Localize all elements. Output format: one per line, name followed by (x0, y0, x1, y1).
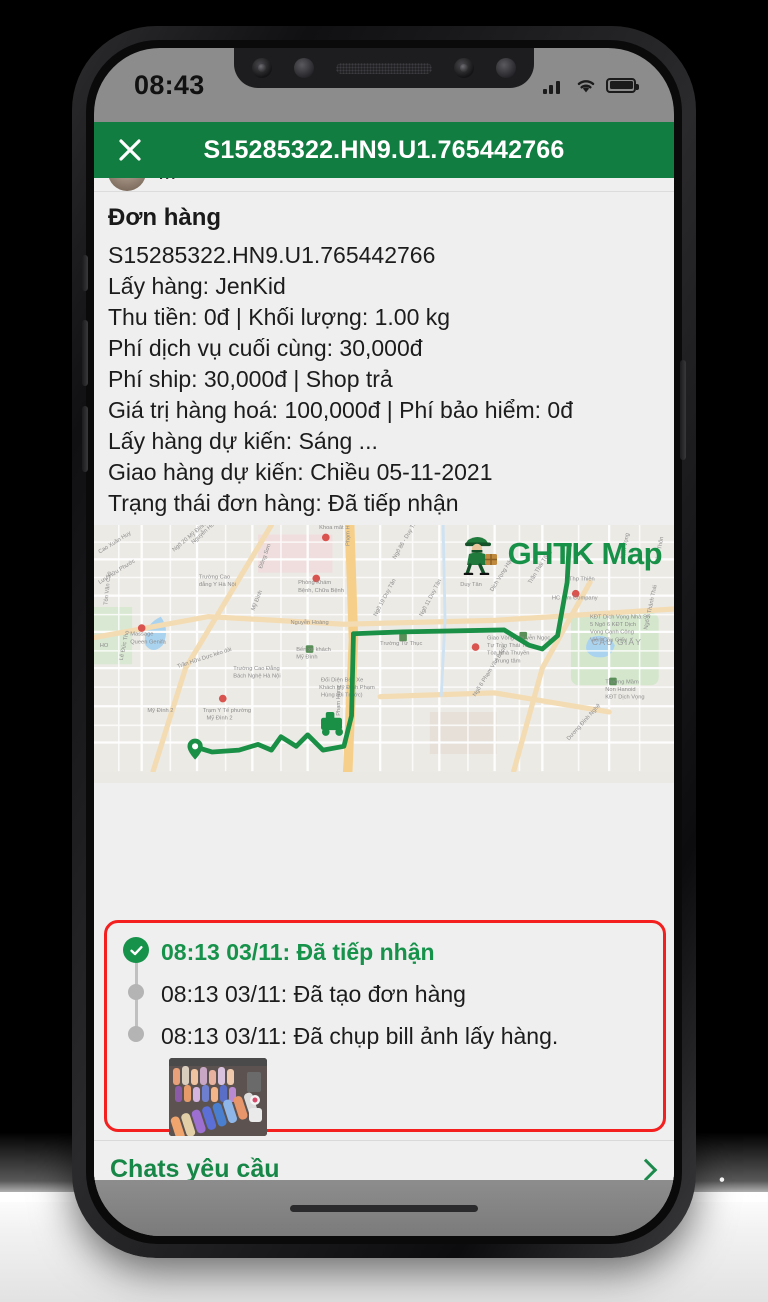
timeline-event-text: 08:13 03/11: Đã chụp bill ảnh lấy hàng. (161, 1022, 559, 1049)
order-status-timeline: 08:13 03/11: Đã tiếp nhận 08:13 03/11: Đ… (104, 920, 666, 1137)
shop-name: ... (158, 178, 176, 185)
ghtk-map-logo: GHTK Map (456, 533, 663, 576)
timeline-marker (123, 937, 149, 963)
page-title: S15285322.HN9.U1.765442766 (203, 135, 565, 164)
power-button[interactable] (680, 360, 686, 460)
mute-switch[interactable] (82, 255, 88, 291)
svg-text:Trường Tư Thục: Trường Tư Thục (380, 642, 422, 648)
svg-text:Khách Mỹ Đình Phạm: Khách Mỹ Đình Phạm (319, 685, 375, 691)
phone-notch (234, 48, 534, 88)
timeline-event: 08:13 03/11: Đã chụp bill ảnh lấy hàng. (123, 1021, 647, 1051)
order-section-heading: Đơn hàng (108, 204, 222, 231)
ambient-light-sensor-icon (496, 58, 516, 78)
svg-text:đẳng Y Hà Nội: đẳng Y Hà Nội (199, 581, 236, 588)
svg-text:Tòa Nhà Thuyền: Tòa Nhà Thuyền (487, 651, 530, 657)
app-header: S15285322.HN9.U1.765442766 (94, 122, 674, 178)
order-line: S15285322.HN9.U1.765442766 (108, 242, 436, 268)
scroll-body[interactable]: ... Đơn hàng S15285322.HN9.U1.765442766 … (94, 178, 674, 1180)
order-line: Phí dịch vụ cuối cùng: 30,000đ (108, 335, 423, 362)
close-icon (119, 139, 141, 161)
order-line: Trạng thái đơn hàng: Đã tiếp nhận (108, 490, 459, 517)
dot-icon (128, 983, 144, 1000)
svg-text:Viên Cầu Giấy: Viên Cầu Giấy (590, 638, 627, 644)
order-details-block: Đơn hàng S15285322.HN9.U1.765442766 Lấy … (94, 192, 674, 525)
order-line: Lấy hàng: JenKid (108, 273, 286, 300)
home-indicator-area (94, 1180, 674, 1236)
svg-text:Massage: Massage (130, 632, 153, 638)
home-indicator-bar[interactable] (290, 1204, 478, 1212)
menu-item-label: Chats yêu cầu (110, 1155, 280, 1180)
svg-text:Bách Nghệ Hà Nội: Bách Nghệ Hà Nội (233, 674, 280, 680)
svg-text:Queen Genifa: Queen Genifa (130, 640, 166, 646)
svg-text:Nguyễn Hoàng: Nguyễn Hoàng (291, 620, 329, 627)
check-circle-icon (123, 937, 149, 963)
signal-bars-icon (542, 76, 566, 94)
svg-text:Vọng Cạnh Công: Vọng Cạnh Công (590, 630, 634, 636)
svg-text:Trường Mầm: Trường Mầm (605, 680, 639, 686)
status-bar-icons (542, 76, 639, 94)
delivery-map[interactable]: Cao Xuân Huy Lưu Hữu Phước Ngõ 20 Mỹ Đìn… (94, 525, 674, 784)
svg-text:Mỹ Đình 2: Mỹ Đình 2 (207, 716, 233, 722)
close-button[interactable] (110, 130, 150, 170)
timeline-marker (123, 979, 149, 1000)
timeline-event: 08:13 03/11: Đã tạo đơn hàng (123, 979, 647, 1009)
action-menu-list: Chats yêu cầu Chụp ảnh đơn hàng Chấm (94, 1140, 674, 1180)
svg-text:Trạm Y Tế phường: Trạm Y Tế phường (203, 708, 251, 714)
svg-text:Duy Tân: Duy Tân (460, 582, 482, 588)
svg-text:Mỹ Đình: Mỹ Đình (296, 655, 317, 661)
svg-text:Trường Cao: Trường Cao (199, 575, 230, 581)
svg-text:Mỹ Đình 2: Mỹ Đình 2 (147, 708, 173, 714)
timeline-event-text: 08:13 03/11: Đã tiếp nhận (161, 939, 435, 965)
phone-screen: 08:43 S15285322.HN9.U1.765442766 Đơn hàn… (94, 48, 674, 1236)
earpiece-speaker-icon (336, 62, 432, 74)
svg-text:KĐT Dịch Vọng: KĐT Dịch Vọng (605, 695, 644, 701)
battery-icon (606, 77, 639, 93)
order-line: Phí ship: 30,000đ | Shop trả (108, 366, 393, 393)
svg-text:Đối Diện Bến Xe: Đối Diện Bến Xe (321, 678, 363, 684)
svg-text:Khoa mắt: Khoa mắt (319, 525, 344, 531)
menu-item-chats-yeu-cau[interactable]: Chats yêu cầu (94, 1140, 674, 1180)
svg-text:Bến xe khách: Bến xe khách (296, 647, 331, 653)
order-line: Giá trị hàng hoá: 100,000đ | Phí bảo hiể… (108, 397, 574, 424)
svg-text:KĐT Dịch Vọng Nhà Số: KĐT Dịch Vọng Nhà Số (590, 615, 651, 621)
app-container: S15285322.HN9.U1.765442766 ... Đơn hàng … (94, 122, 674, 1180)
svg-text:HO: HO (100, 644, 109, 650)
svg-text:HC Kim Company: HC Kim Company (552, 596, 598, 602)
svg-text:Phạm Hùng: Phạm Hùng (346, 525, 352, 546)
face-sensor-icon (454, 58, 474, 78)
shop-row[interactable]: ... (94, 178, 674, 192)
timeline-marker (123, 1021, 149, 1042)
svg-text:Phòng Khám: Phòng Khám (298, 581, 331, 587)
timeline-event: 08:13 03/11: Đã tiếp nhận (123, 937, 647, 967)
dot-icon (128, 1025, 144, 1042)
order-line: Giao hàng dự kiến: Chiều 05-11-2021 (108, 459, 493, 486)
svg-text:5 Ngõ 6 KĐT Dịch: 5 Ngõ 6 KĐT Dịch (590, 623, 636, 629)
svg-text:Non Hanoid: Non Hanoid (605, 687, 635, 693)
order-line: Thu tiền: 0đ | Khối lượng: 1.00 kg (108, 304, 451, 331)
front-camera-icon (252, 58, 272, 78)
volume-down-button[interactable] (82, 406, 88, 472)
timeline-event-text: 08:13 03/11: Đã tạo đơn hàng (161, 980, 466, 1007)
svg-text:Phạm Hùng: Phạm Hùng (336, 686, 342, 716)
thumbnail-image (169, 1058, 267, 1137)
avatar (108, 178, 146, 191)
proximity-sensor-icon (294, 58, 314, 78)
svg-text:Bệnh, Chữa Bệnh: Bệnh, Chữa Bệnh (298, 588, 344, 594)
map-logo-text: GHTK Map (507, 536, 663, 572)
order-photo-thumbnail[interactable] (169, 1058, 267, 1137)
shipper-icon (463, 537, 497, 576)
status-bar-clock: 08:43 (134, 69, 205, 100)
volume-up-button[interactable] (82, 320, 88, 386)
wifi-icon (577, 79, 595, 92)
phone-bezel: 08:43 S15285322.HN9.U1.765442766 Đơn hàn… (82, 40, 686, 1244)
order-line: Lấy hàng dự kiến: Sáng ... (108, 428, 378, 455)
svg-text:Thp Thiên: Thp Thiên (569, 577, 595, 583)
chevron-right-icon (634, 1158, 658, 1180)
svg-text:Trường Cao Đẳng: Trường Cao Đẳng (233, 665, 279, 672)
phone-device-frame: 08:43 S15285322.HN9.U1.765442766 Đơn hàn… (72, 26, 696, 1258)
